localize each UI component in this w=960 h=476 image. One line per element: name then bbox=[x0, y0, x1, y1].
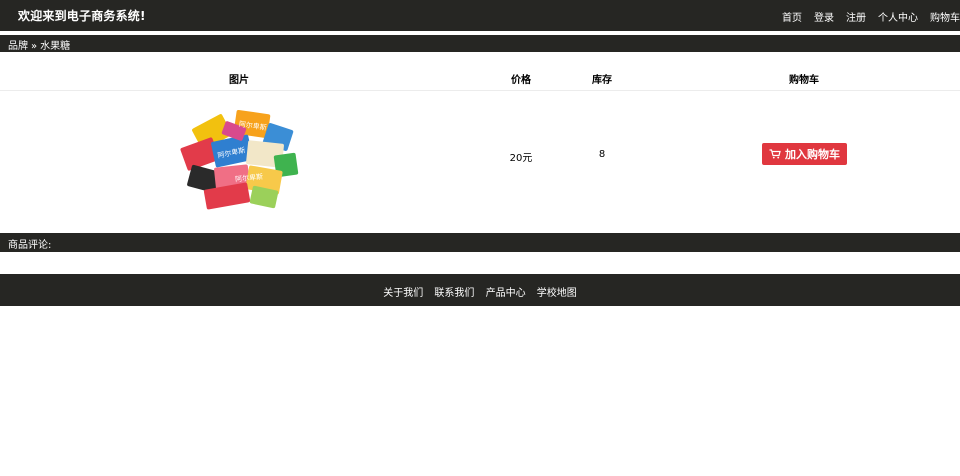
nav-home[interactable]: 首页 bbox=[782, 9, 802, 24]
site-header: 欢迎来到电子商务系统! 首页 登录 注册 个人中心 购物车 bbox=[0, 0, 960, 31]
breadcrumb-brand-link[interactable]: 品牌 bbox=[8, 41, 28, 52]
reviews-section-bar: 商品评论: bbox=[0, 233, 960, 252]
footer-link-products[interactable]: 产品中心 bbox=[486, 288, 526, 299]
footer-link-campus-map[interactable]: 学校地图 bbox=[537, 288, 577, 299]
breadcrumb: 品牌» 水果糖 bbox=[0, 35, 960, 52]
reviews-label: 商品评论: bbox=[8, 240, 52, 251]
header-divider bbox=[0, 31, 960, 33]
add-to-cart-button[interactable]: 加入购物车 bbox=[762, 143, 847, 165]
nav-login[interactable]: 登录 bbox=[814, 9, 834, 24]
nav-register[interactable]: 注册 bbox=[846, 9, 866, 24]
product-image-candy[interactable]: 阿尔卑斯 阿尔卑斯 阿尔卑斯 bbox=[175, 102, 303, 212]
product-price: 20元 bbox=[509, 153, 533, 164]
site-title: 欢迎来到电子商务系统! bbox=[18, 9, 146, 23]
site-footer: 关于我们 联系我们 产品中心 学校地图 bbox=[0, 274, 960, 306]
breadcrumb-separator: » bbox=[31, 41, 38, 52]
table-header-divider bbox=[0, 90, 960, 91]
column-header-price: 价格 bbox=[511, 75, 531, 86]
cart-icon bbox=[769, 149, 781, 159]
nav-user-center[interactable]: 个人中心 bbox=[878, 9, 918, 24]
breadcrumb-current[interactable]: 水果糖 bbox=[40, 41, 70, 52]
footer-link-contact[interactable]: 联系我们 bbox=[434, 288, 474, 299]
column-header-image: 图片 bbox=[229, 75, 249, 86]
column-header-stock: 库存 bbox=[592, 75, 612, 86]
product-stock: 8 bbox=[598, 149, 606, 160]
add-to-cart-label: 加入购物车 bbox=[785, 148, 840, 161]
candy-pile: 阿尔卑斯 阿尔卑斯 阿尔卑斯 bbox=[180, 110, 299, 210]
footer-link-about[interactable]: 关于我们 bbox=[383, 288, 423, 299]
footer-links: 关于我们 联系我们 产品中心 学校地图 bbox=[0, 284, 960, 299]
nav-cart[interactable]: 购物车 bbox=[930, 9, 960, 24]
column-header-cart: 购物车 bbox=[789, 75, 819, 86]
top-nav: 首页 登录 注册 个人中心 购物车 bbox=[770, 9, 960, 24]
